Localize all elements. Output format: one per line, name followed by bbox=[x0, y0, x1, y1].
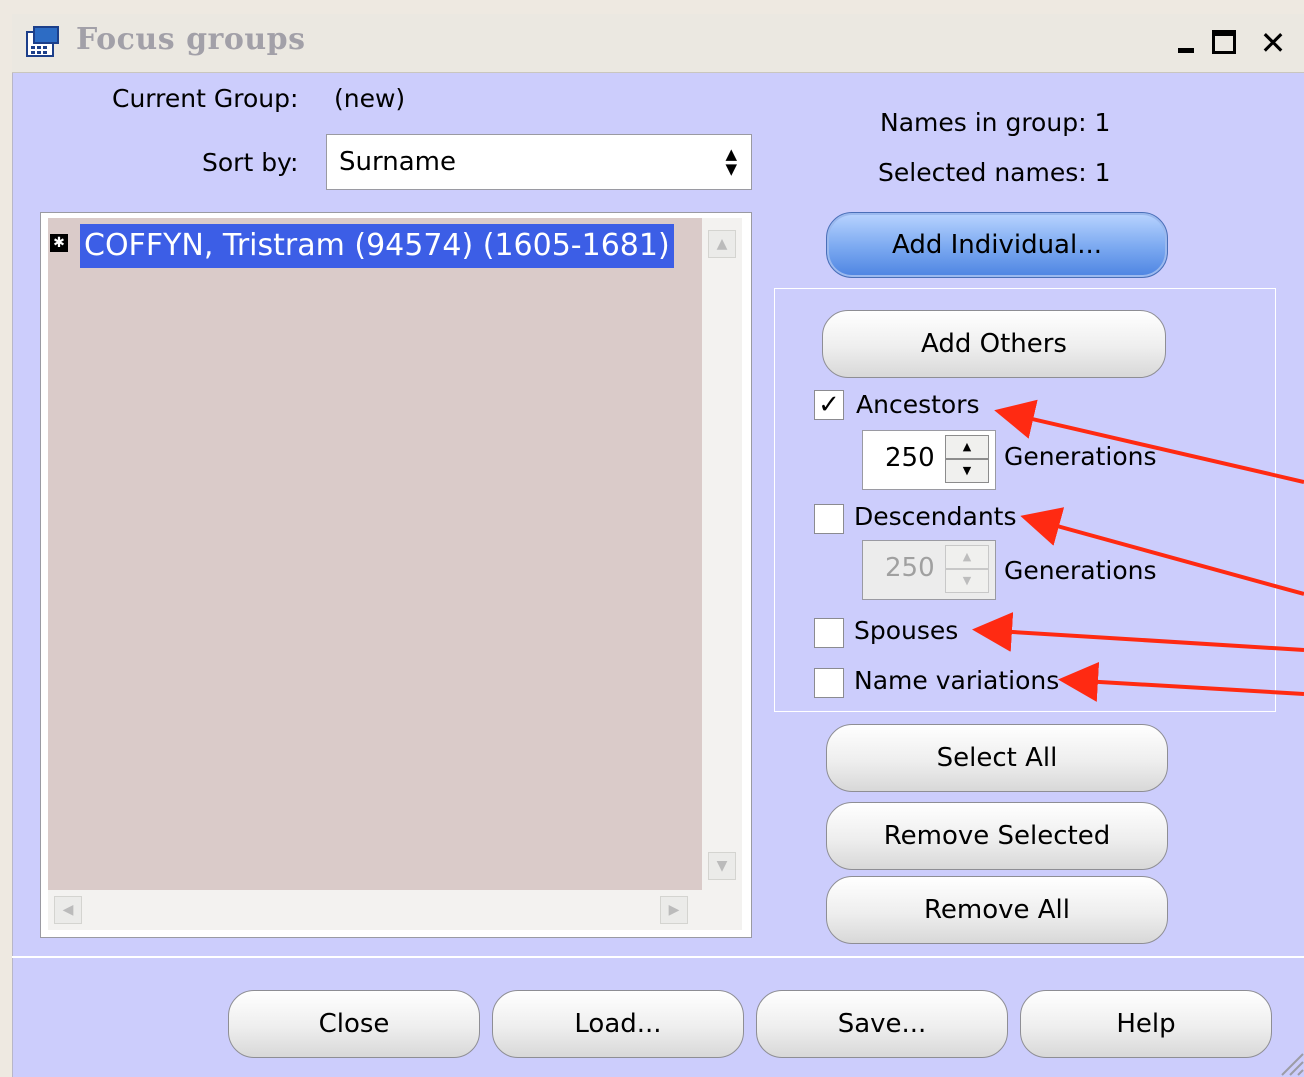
annotation-arrow-descendants bbox=[1020, 507, 1304, 596]
annotation-arrow-spouses bbox=[972, 612, 1304, 652]
annotation-arrow-ancestors bbox=[994, 399, 1304, 484]
annotation-arrow-name-variations bbox=[1058, 661, 1304, 702]
annotation-arrows bbox=[972, 399, 1304, 702]
